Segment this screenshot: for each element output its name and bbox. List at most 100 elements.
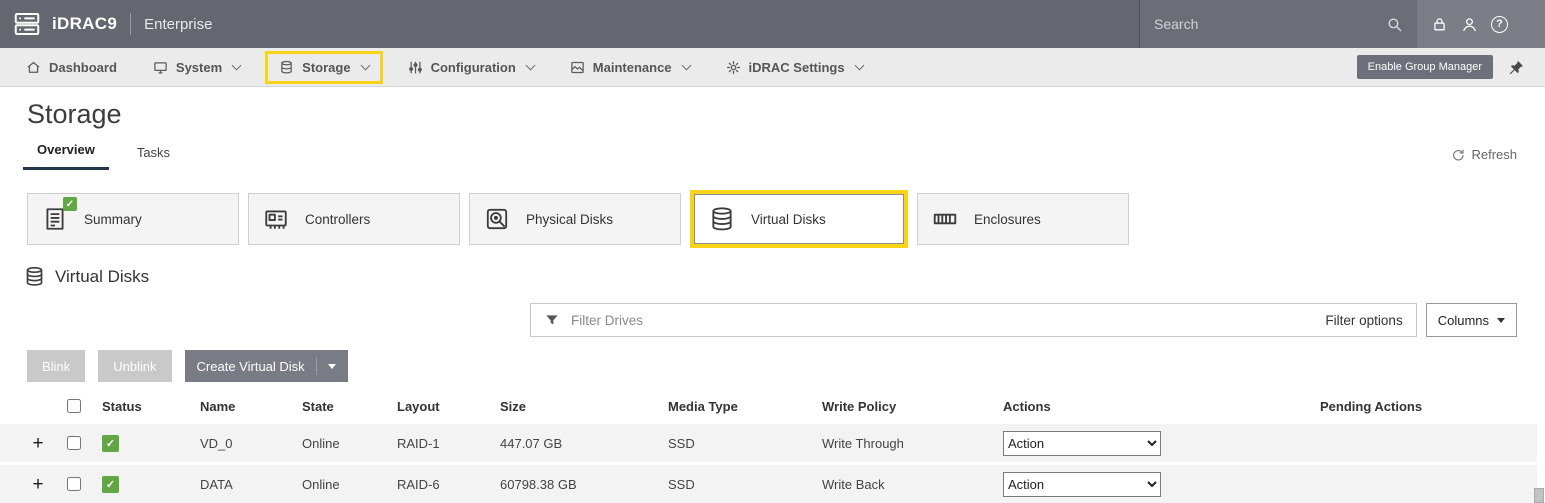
controllers-icon — [263, 206, 289, 232]
status-ok-badge: ✓ — [63, 197, 77, 211]
filter-options-link[interactable]: Filter options — [1325, 313, 1402, 328]
nav-item-label: iDRAC Settings — [749, 60, 845, 75]
nav-item-label: Storage — [302, 60, 350, 75]
create-virtual-disk-label: Create Virtual Disk — [197, 359, 305, 374]
columns-label: Columns — [1438, 313, 1489, 328]
card-label: Virtual Disks — [751, 212, 826, 227]
row-checkbox[interactable] — [67, 436, 81, 450]
status-ok-icon: ✓ — [102, 435, 119, 452]
filter-icon — [544, 312, 560, 328]
nav-item-label: Configuration — [431, 60, 516, 75]
maintenance-icon — [570, 60, 585, 75]
nav-item-maintenance[interactable]: Maintenance — [570, 60, 690, 75]
cell-size: 447.07 GB — [490, 436, 658, 451]
col-header-layout: Layout — [387, 399, 490, 414]
blink-button[interactable]: Blink — [27, 350, 85, 382]
button-divider — [316, 357, 317, 375]
tab-tasks[interactable]: Tasks — [123, 141, 184, 170]
search-input[interactable] — [1154, 16, 1386, 32]
app-header: iDRAC9 Enterprise ? — [0, 0, 1545, 48]
card-virtual-disks[interactable]: Virtual Disks — [694, 194, 904, 244]
col-header-size: Size — [490, 399, 658, 414]
enclosures-icon — [932, 206, 958, 232]
nav-item-configuration[interactable]: Configuration — [408, 60, 534, 75]
expand-row-button[interactable]: + — [32, 434, 43, 453]
create-virtual-disk-button[interactable]: Create Virtual Disk — [185, 350, 348, 382]
page-title: Storage — [27, 99, 1545, 130]
card-physical-disks[interactable]: Physical Disks — [469, 193, 681, 245]
configuration-icon — [408, 60, 423, 75]
nav-item-label: System — [176, 60, 222, 75]
cell-state: Online — [292, 477, 387, 492]
cell-write-policy: Write Through — [812, 436, 993, 451]
help-icon[interactable]: ? — [1491, 16, 1508, 33]
cell-layout: RAID-6 — [387, 477, 490, 492]
select-all-checkbox[interactable] — [67, 399, 81, 413]
cell-name: VD_0 — [190, 436, 292, 451]
col-header-state: State — [292, 399, 387, 414]
nav-item-system[interactable]: System — [153, 60, 240, 75]
card-label: Physical Disks — [526, 212, 613, 227]
virtual-disks-highlight-box: Virtual Disks — [690, 190, 908, 248]
unblink-button[interactable]: Unblink — [98, 350, 171, 382]
user-icon[interactable] — [1461, 16, 1478, 33]
filter-row: Filter options Columns — [530, 303, 1517, 337]
virtual-disks-icon — [709, 206, 735, 232]
col-header-actions: Actions — [993, 399, 1310, 414]
refresh-button[interactable]: Refresh — [1451, 147, 1517, 170]
col-header-write-policy: Write Policy — [812, 399, 993, 414]
tab-overview[interactable]: Overview — [23, 138, 109, 170]
storage-highlight-box: Storage — [265, 51, 382, 84]
card-summary[interactable]: ✓ Summary — [27, 193, 239, 245]
columns-dropdown-button[interactable]: Columns — [1426, 303, 1517, 337]
idrac-logo-icon — [12, 9, 42, 39]
cell-name: DATA — [190, 477, 292, 492]
card-enclosures[interactable]: Enclosures — [917, 193, 1129, 245]
header-search-box — [1139, 0, 1417, 48]
table-toolbar: Blink Unblink Create Virtual Disk — [27, 350, 1545, 382]
card-label: Controllers — [305, 212, 370, 227]
chevron-down-icon — [854, 61, 864, 71]
chevron-down-icon — [525, 61, 535, 71]
col-header-status: Status — [92, 399, 190, 414]
row-checkbox[interactable] — [67, 477, 81, 491]
expand-row-button[interactable]: + — [32, 475, 43, 494]
card-label: Enclosures — [974, 212, 1041, 227]
cell-write-policy: Write Back — [812, 477, 993, 492]
enable-group-manager-button[interactable]: Enable Group Manager — [1357, 55, 1493, 79]
main-nav: Dashboard System Storage Configuration — [0, 48, 1545, 87]
brand-divider — [130, 13, 131, 35]
idrac-settings-icon — [726, 60, 741, 75]
chevron-down-icon — [360, 61, 370, 71]
lock-icon[interactable] — [1431, 16, 1448, 33]
filter-box: Filter options — [530, 303, 1417, 337]
chevron-down-icon — [232, 61, 242, 71]
cell-size: 60798.38 GB — [490, 477, 658, 492]
col-header-media-type: Media Type — [658, 399, 812, 414]
action-select[interactable]: Action — [1003, 472, 1161, 497]
nav-item-dashboard[interactable]: Dashboard — [26, 60, 117, 75]
card-controllers[interactable]: Controllers — [248, 193, 460, 245]
nav-right: Enable Group Manager — [1357, 55, 1545, 79]
action-select[interactable]: Action — [1003, 431, 1161, 456]
scrollbar-thumb[interactable] — [1534, 488, 1544, 503]
header-icon-panel: ? — [1417, 0, 1545, 48]
section-title: Virtual Disks — [55, 267, 149, 287]
nav-item-idrac-settings[interactable]: iDRAC Settings — [726, 60, 863, 75]
cell-layout: RAID-1 — [387, 436, 490, 451]
home-icon — [26, 60, 41, 75]
search-icon[interactable] — [1386, 16, 1403, 33]
cell-state: Online — [292, 436, 387, 451]
table-row-vd0: + ✓ VD_0 Online RAID-1 447.07 GB SSD Wri… — [0, 424, 1537, 462]
pin-icon[interactable] — [1508, 59, 1525, 76]
brand-edition: Enterprise — [144, 16, 212, 33]
nav-item-storage[interactable]: Storage — [279, 60, 368, 75]
storage-card-row: ✓ Summary Controllers Physical Disks Vir… — [27, 190, 1545, 248]
table-header-row: Status Name State Layout Size Media Type… — [0, 388, 1545, 424]
status-ok-icon: ✓ — [102, 476, 119, 493]
filter-drives-input[interactable] — [571, 313, 1314, 328]
table-row-data: + ✓ DATA Online RAID-6 60798.38 GB SSD W… — [0, 465, 1537, 503]
virtual-disks-icon — [24, 266, 45, 287]
caret-down-icon — [328, 364, 336, 369]
nav-item-label: Dashboard — [49, 60, 117, 75]
